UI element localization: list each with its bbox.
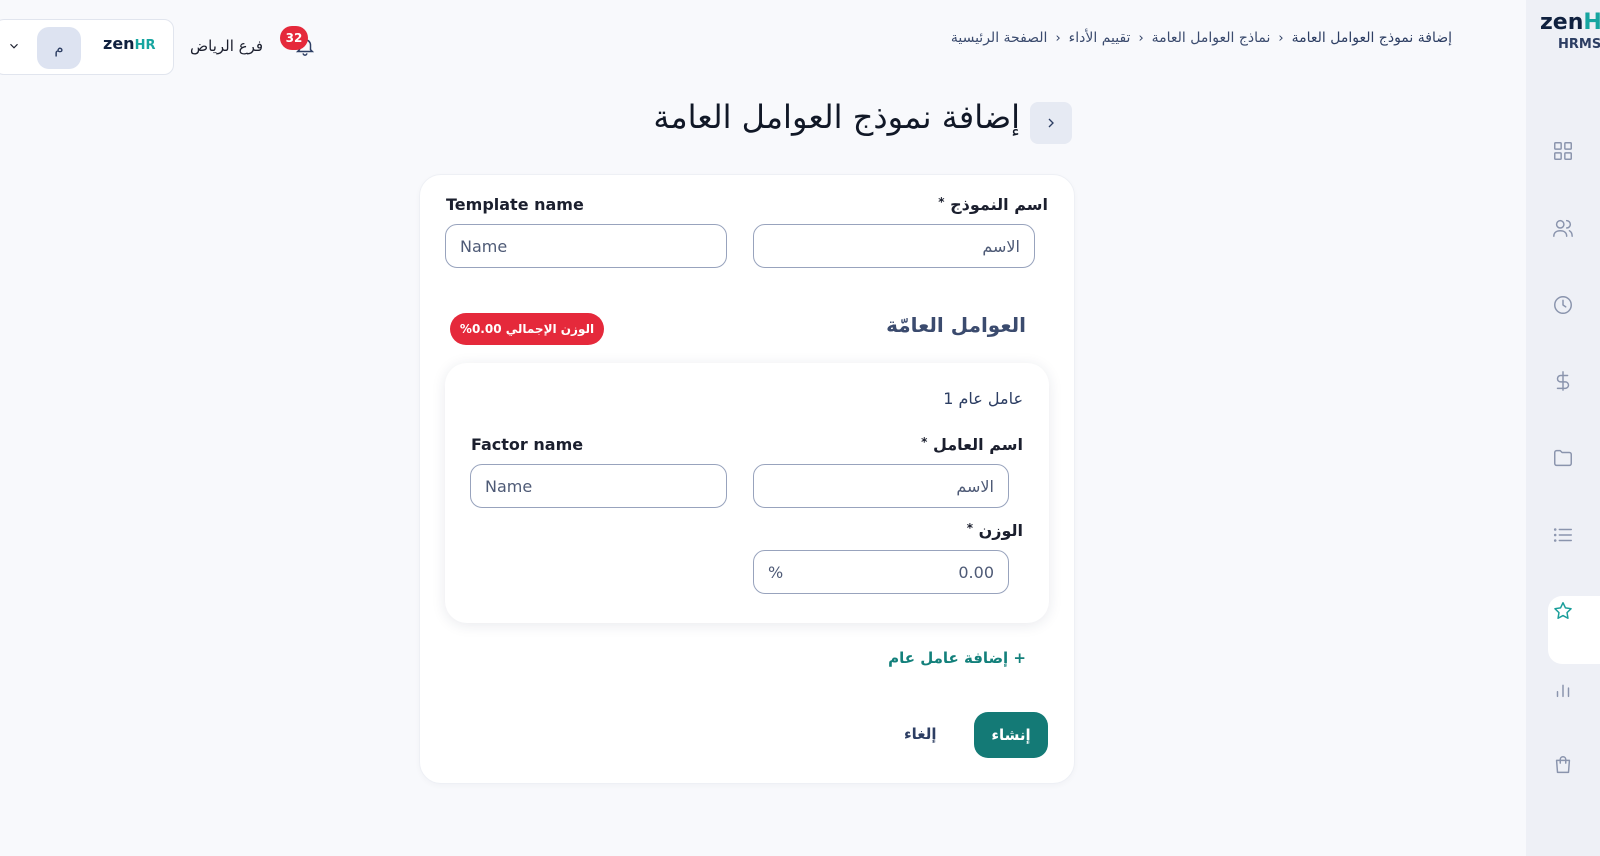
- breadcrumb: الصفحة الرئيسية ‹ تقييم الأداء ‹ نماذج ا…: [951, 30, 1452, 46]
- required-mark: *: [921, 435, 928, 449]
- back-button[interactable]: [1030, 102, 1072, 144]
- users-icon: [1553, 219, 1573, 237]
- total-weight-badge: الوزن الإجمالي 0.00%: [450, 313, 604, 345]
- template-name-ar-placeholder: الاسم: [982, 236, 1020, 256]
- required-mark: *: [966, 521, 974, 535]
- sidebar-item-payroll[interactable]: [1548, 366, 1578, 396]
- breadcrumb-home[interactable]: الصفحة الرئيسية: [951, 30, 1048, 46]
- general-factors-section-title: العوامل العامّة: [886, 313, 1026, 337]
- factor-weight-label: الوزن *: [967, 521, 1023, 540]
- template-name-en-input[interactable]: Name: [445, 224, 727, 268]
- template-name-ar-label: اسم النموذج *: [938, 195, 1048, 214]
- shopping-bag-icon: [1555, 756, 1571, 774]
- factor-name-en-placeholder: Name: [485, 476, 533, 496]
- cancel-button[interactable]: إلغاء: [904, 725, 937, 743]
- company-logo-hr: HR: [134, 38, 156, 53]
- sidebar-item-documents[interactable]: [1548, 443, 1578, 473]
- clock-icon: [1554, 296, 1572, 314]
- sidebar: zenHR HRMS: [1526, 0, 1600, 856]
- logo-hr-text: HR: [1583, 10, 1600, 35]
- logo-zen-text: zen: [1540, 10, 1584, 35]
- page-title: إضافة نموذج العوامل العامة: [653, 98, 1020, 136]
- factor-name-en-input[interactable]: Name: [470, 464, 727, 508]
- sidebar-item-employees[interactable]: [1548, 213, 1578, 243]
- sidebar-item-attendance[interactable]: [1548, 290, 1578, 320]
- template-form-card: اسم النموذج * الاسم Template name Name ا…: [419, 174, 1075, 784]
- notification-count-badge: 32: [280, 26, 308, 50]
- factor-name-ar-placeholder: الاسم: [956, 476, 994, 496]
- template-name-ar-input[interactable]: الاسم: [753, 224, 1035, 268]
- branch-name: فرع الرياض: [190, 37, 264, 55]
- required-mark: *: [938, 195, 945, 209]
- factor-card: عامل عام 1 اسم العامل * الاسم Factor nam…: [445, 363, 1049, 623]
- sidebar-item-store[interactable]: [1548, 750, 1578, 780]
- breadcrumb-current: إضافة نموذج العوامل العامة: [1291, 30, 1452, 46]
- factor-name-ar-label-text: اسم العامل: [932, 435, 1023, 454]
- company-logo: zenHR: [103, 34, 155, 66]
- sidebar-item-reports[interactable]: [1548, 674, 1578, 704]
- sidebar-item-dashboard[interactable]: [1548, 136, 1578, 166]
- template-name-en-label: Template name: [446, 195, 584, 214]
- template-name-ar-label-text: اسم النموذج: [950, 195, 1048, 214]
- breadcrumb-performance[interactable]: تقييم الأداء: [1069, 30, 1131, 46]
- factor-name-ar-input[interactable]: الاسم: [753, 464, 1009, 508]
- factor-weight-value: 0.00: [958, 562, 994, 582]
- breadcrumb-templates[interactable]: نماذج العوامل العامة: [1152, 30, 1271, 46]
- factor-weight-input[interactable]: % 0.00: [753, 550, 1009, 594]
- create-button[interactable]: إنشاء: [974, 712, 1048, 758]
- factor-name-ar-label: اسم العامل *: [921, 435, 1023, 454]
- chevron-down-icon: [7, 38, 23, 54]
- avatar[interactable]: م: [37, 27, 81, 69]
- app-logo[interactable]: zenHR HRMS: [1540, 10, 1600, 52]
- factor-name-en-label: Factor name: [471, 435, 584, 454]
- factor-weight-label-text: الوزن: [978, 521, 1023, 540]
- folder-icon: [1554, 449, 1572, 467]
- breadcrumb-separator: ‹: [1138, 30, 1144, 46]
- logo-subtitle: HRMS: [1558, 37, 1600, 52]
- breadcrumb-separator: ‹: [1278, 30, 1284, 46]
- company-logo-zen: zen: [103, 34, 135, 53]
- sidebar-item-requests[interactable]: [1548, 520, 1578, 550]
- bar-chart-icon: [1556, 684, 1570, 698]
- breadcrumb-separator: ‹: [1055, 30, 1061, 46]
- dollar-icon: [1556, 371, 1570, 391]
- chevron-right-icon: [1048, 118, 1054, 128]
- star-icon: [1554, 602, 1572, 619]
- account-switcher[interactable]: م zenHR: [0, 19, 174, 75]
- sidebar-item-performance[interactable]: [1548, 596, 1578, 626]
- dashboard-grid-icon: [1554, 142, 1572, 160]
- add-factor-link[interactable]: + إضافة عامل عام: [888, 649, 1026, 667]
- factor-title: عامل عام 1: [943, 389, 1023, 408]
- list-icon: [1553, 528, 1572, 542]
- template-name-en-placeholder: Name: [460, 236, 508, 256]
- percent-unit: %: [768, 562, 784, 582]
